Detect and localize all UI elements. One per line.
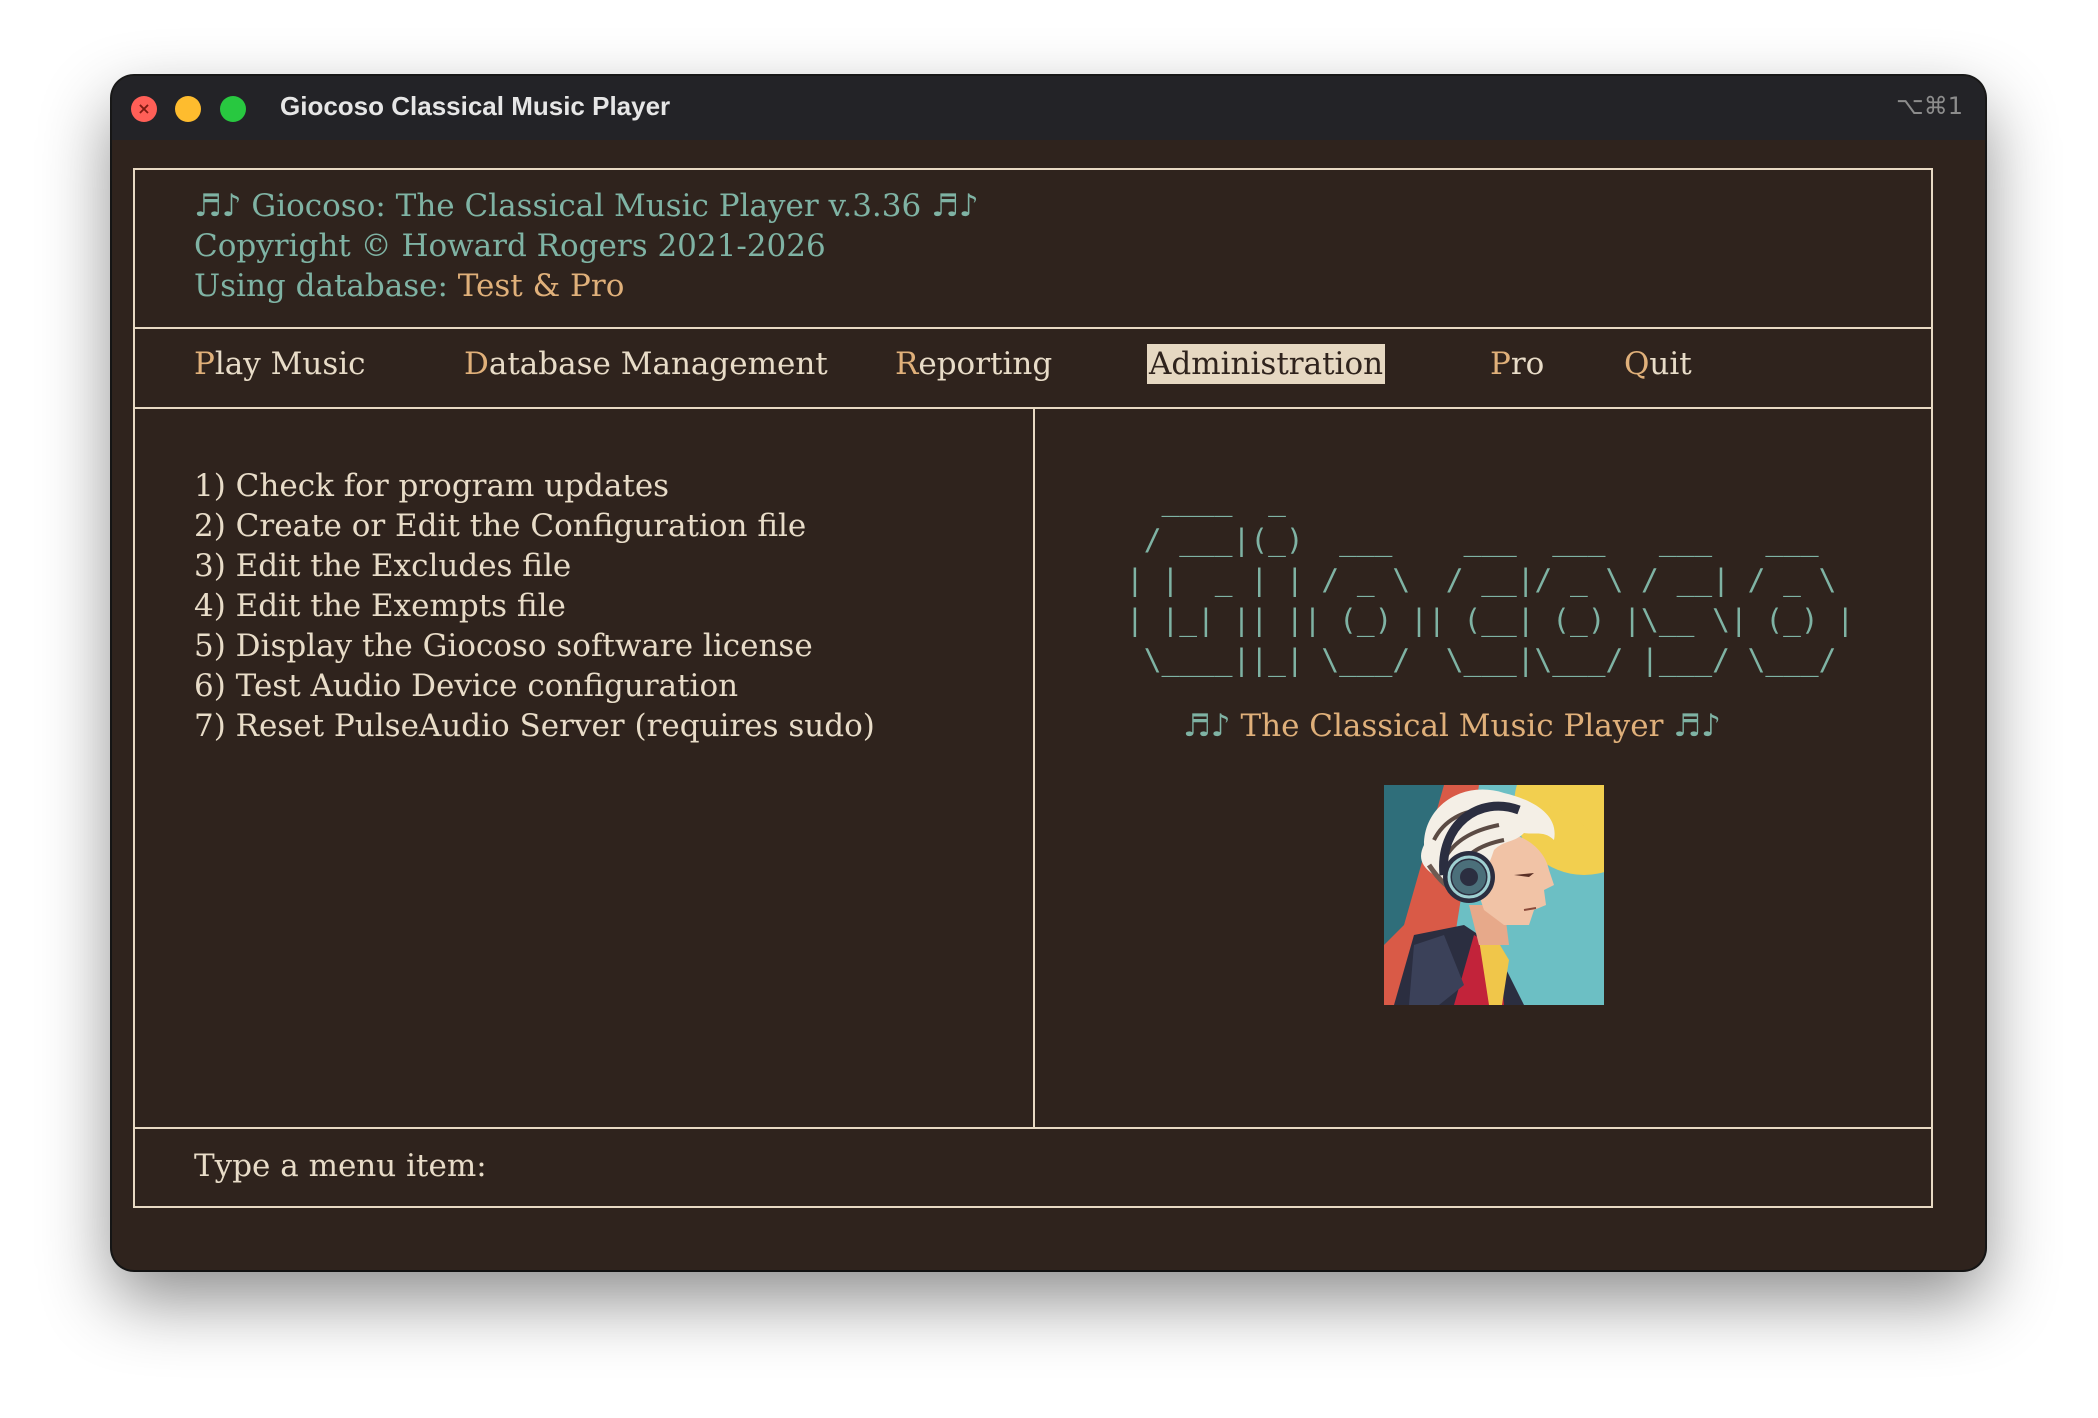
option-reset-pulseaudio[interactable]: 7) Reset PulseAudio Server (requires sud…	[194, 706, 875, 746]
zoom-button[interactable]	[220, 96, 246, 122]
option-edit-exempts[interactable]: 4) Edit the Exempts file	[194, 586, 566, 626]
terminal-frame: ♬♪ Giocoso: The Classical Music Player v…	[133, 168, 1933, 1208]
option-check-updates[interactable]: 1) Check for program updates	[194, 466, 669, 506]
menu-quit[interactable]: Quit	[1624, 344, 1692, 384]
option-edit-excludes[interactable]: 3) Edit the Excludes file	[194, 546, 571, 586]
minimize-button[interactable]	[175, 96, 201, 122]
menu-play-music[interactable]: Play Music	[194, 344, 366, 384]
option-display-license[interactable]: 5) Display the Giocoso software license	[194, 626, 813, 666]
copyright: Copyright © Howard Rogers 2021-2026	[194, 228, 826, 264]
menu-database-management[interactable]: Database Management	[464, 344, 828, 384]
menu-administration[interactable]: Administration	[1147, 344, 1386, 384]
app-title: ♬♪ Giocoso: The Classical Music Player v…	[194, 188, 979, 224]
menu-pro[interactable]: Pro	[1490, 344, 1544, 384]
divider	[135, 1127, 1931, 1129]
tagline-text: The Classical Music Player	[1240, 708, 1664, 744]
beethoven-headphones-icon	[1384, 785, 1604, 1005]
database-line: Using database: Test & Pro	[194, 266, 624, 306]
title-bar: × Giocoso Classical Music Player ⌥⌘1	[112, 76, 1985, 140]
window-shortcut: ⌥⌘1	[1896, 92, 1963, 120]
tagline: ♬♪ The Classical Music Player ♬♪	[1183, 706, 1721, 746]
menu-reporting[interactable]: Reporting	[895, 344, 1052, 384]
divider	[135, 327, 1931, 329]
giocoso-ascii-logo: ____ _ / ___|(_) ___ ___ ___ ___ ___ | |…	[1126, 483, 1855, 677]
window-title: Giocoso Classical Music Player	[280, 91, 671, 121]
panel-divider	[1033, 407, 1035, 1127]
music-notes-icon: ♬♪	[1183, 708, 1231, 744]
close-icon: ×	[137, 99, 151, 118]
menu-prompt[interactable]: Type a menu item:	[194, 1146, 487, 1186]
option-edit-configuration[interactable]: 2) Create or Edit the Configuration file	[194, 506, 806, 546]
music-notes-icon: ♬♪	[1673, 708, 1721, 744]
database-name: Test & Pro	[457, 268, 625, 304]
terminal-window: × Giocoso Classical Music Player ⌥⌘1 ♬♪ …	[112, 76, 1985, 1270]
database-label: Using database:	[194, 268, 458, 304]
close-button[interactable]: ×	[131, 96, 157, 122]
option-test-audio[interactable]: 6) Test Audio Device configuration	[194, 666, 738, 706]
